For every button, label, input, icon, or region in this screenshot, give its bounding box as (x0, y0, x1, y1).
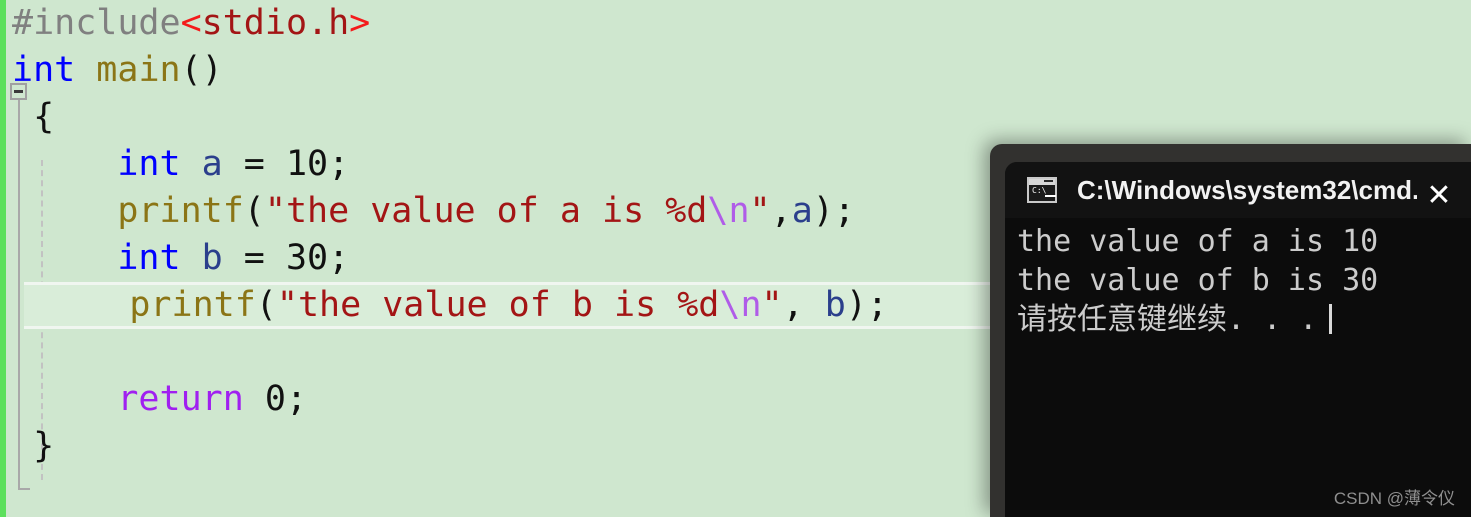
console-inner-surface: C:\ C:\Windows\system32\cmd.e ✕ the valu… (1005, 162, 1471, 517)
code-token: \n (707, 191, 750, 231)
icon-titlebar-shape (1029, 179, 1055, 185)
code-line[interactable]: printf("the value of a is %d\n",a); (0, 188, 1000, 235)
code-line-text: int b = 30; (12, 238, 349, 278)
code-line[interactable] (0, 329, 1000, 376)
code-line-text: printf("the value of b is %d\n", b); (24, 285, 888, 325)
code-token: { (12, 97, 55, 137)
code-line[interactable]: int main() (0, 47, 1000, 94)
code-token: int (117, 238, 181, 278)
csdn-watermark: CSDN @薄令仪 (1333, 489, 1455, 508)
code-token: ; (328, 238, 350, 278)
code-token: < (180, 3, 202, 43)
code-token: , (770, 191, 792, 231)
console-output-line: the value of b is 30 (1017, 263, 1379, 298)
code-line-text: printf("the value of a is %d\n",a); (12, 191, 855, 231)
icon-prompt-text: C:\ (1032, 186, 1047, 195)
code-token: ); (812, 191, 855, 231)
code-token: int (117, 144, 181, 184)
code-line-text: int a = 10; (12, 144, 349, 184)
code-token: "the value of a is %d (264, 191, 708, 231)
code-lines-container[interactable]: #include<stdio.h> int main() { int a = 10… (0, 0, 1000, 470)
code-token: ( (243, 191, 265, 231)
code-token: a (791, 191, 813, 231)
code-token: a (201, 144, 223, 184)
code-token: printf (117, 191, 244, 231)
text-cursor (1329, 304, 1333, 334)
code-token: " (749, 191, 771, 231)
code-token: () (180, 50, 223, 90)
code-line-text: } (12, 426, 54, 466)
code-token: = (222, 238, 286, 278)
code-token: ); (845, 285, 889, 325)
code-line-text: { (12, 97, 54, 137)
code-token: 10 (285, 144, 329, 184)
code-line-text: return 0; (12, 379, 307, 419)
cmd-console-window[interactable]: C:\ C:\Windows\system32\cmd.e ✕ the valu… (990, 144, 1471, 517)
code-token: b (824, 285, 846, 325)
code-line[interactable]: } (0, 423, 1000, 470)
code-token: main (96, 50, 181, 90)
console-title-bar[interactable]: C:\ C:\Windows\system32\cmd.e ✕ (1005, 162, 1471, 218)
cmd-terminal-icon: C:\ (1027, 177, 1057, 203)
code-token: "the value of b is %d (276, 285, 720, 325)
code-token: > (349, 3, 371, 43)
code-token: ; (285, 379, 308, 419)
screenshot-root: #include<stdio.h> int main() { int a = 10… (0, 0, 1471, 517)
code-token: int (12, 50, 76, 90)
code-line[interactable]: #include<stdio.h> (0, 0, 1000, 47)
code-token: printf (129, 285, 256, 325)
code-line[interactable]: int b = 30; (0, 235, 1000, 282)
code-token: = (222, 144, 286, 184)
code-token: ( (255, 285, 277, 325)
code-token: 30 (285, 238, 329, 278)
code-token: } (12, 426, 55, 466)
code-token: \n (719, 285, 762, 325)
code-token: " (761, 285, 783, 325)
close-icon[interactable]: ✕ (1421, 178, 1457, 214)
console-pause-prompt: 请按任意键继续. . . (1017, 300, 1471, 339)
icon-cursor-shape (1045, 195, 1056, 197)
console-pause-prompt-text: 请按任意键继续. . . (1017, 302, 1318, 337)
code-line-text: int main() (12, 50, 223, 90)
code-token: , (782, 285, 825, 325)
console-output-area[interactable]: the value of a is 10 the value of b is 3… (1005, 218, 1471, 517)
code-token: 0 (264, 379, 286, 419)
code-line-current[interactable]: printf("the value of b is %d\n", b); (24, 282, 1000, 329)
code-token: return (117, 379, 244, 419)
code-block-guide-foot (18, 488, 30, 490)
code-token: stdio.h (201, 3, 350, 43)
code-token: ; (328, 144, 350, 184)
code-token: #include (12, 3, 181, 43)
code-line[interactable]: { (0, 94, 1000, 141)
code-token: b (201, 238, 223, 278)
code-line[interactable]: int a = 10; (0, 141, 1000, 188)
console-title-text: C:\Windows\system32\cmd.e (1077, 174, 1417, 205)
console-output-line: the value of a is 10 (1017, 224, 1379, 259)
code-line-text: #include<stdio.h> (12, 3, 370, 43)
code-line[interactable]: return 0; (0, 376, 1000, 423)
